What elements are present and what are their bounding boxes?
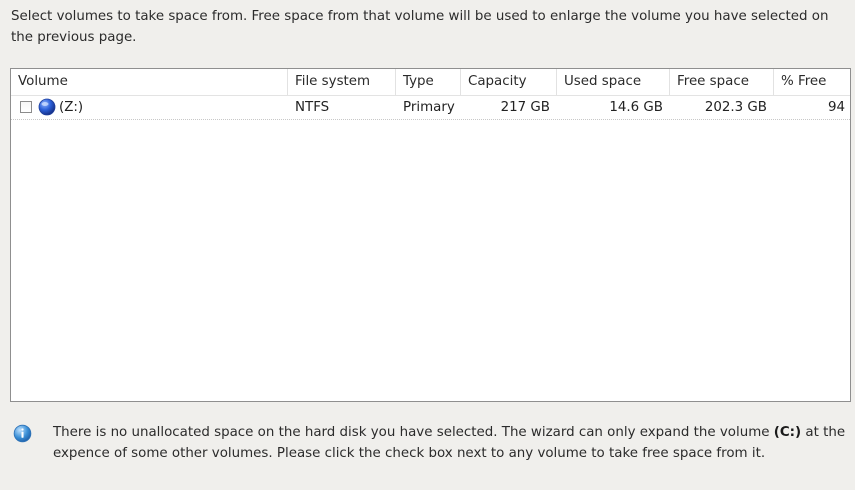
cell-volume: (Z:): [11, 96, 288, 119]
info-icon: [13, 424, 32, 443]
info-message: There is no unallocated space on the har…: [53, 422, 848, 464]
column-header-type[interactable]: Type: [396, 69, 461, 95]
column-header-percent-free[interactable]: % Free: [774, 69, 850, 95]
table-row[interactable]: (Z:) NTFS Primary 217 GB 14.6 GB 202.3 G…: [11, 96, 850, 120]
cell-capacity: 217 GB: [500, 100, 550, 115]
volume-checkbox[interactable]: [20, 101, 32, 113]
volume-name: (Z:): [59, 100, 84, 115]
cell-file-system: NTFS: [295, 100, 330, 115]
info-text-before: There is no unallocated space on the har…: [53, 425, 774, 440]
instruction-text: Select volumes to take space from. Free …: [11, 9, 829, 45]
cell-free-space: 202.3 GB: [704, 100, 767, 115]
column-header-capacity[interactable]: Capacity: [461, 69, 557, 95]
cell-type: Primary: [403, 100, 455, 115]
column-header-volume[interactable]: Volume: [11, 69, 288, 95]
volume-list[interactable]: Volume File system Type Capacity Used sp…: [10, 68, 851, 402]
column-header-file-system[interactable]: File system: [288, 69, 396, 95]
cell-used-space: 14.6 GB: [609, 100, 663, 115]
table-header: Volume File system Type Capacity Used sp…: [11, 69, 850, 96]
cell-percent-free: 94: [827, 100, 845, 115]
column-header-free-space[interactable]: Free space: [670, 69, 774, 95]
disk-volume-icon: [38, 98, 56, 116]
column-header-used-space[interactable]: Used space: [557, 69, 670, 95]
info-volume-label: (C:): [773, 425, 802, 440]
